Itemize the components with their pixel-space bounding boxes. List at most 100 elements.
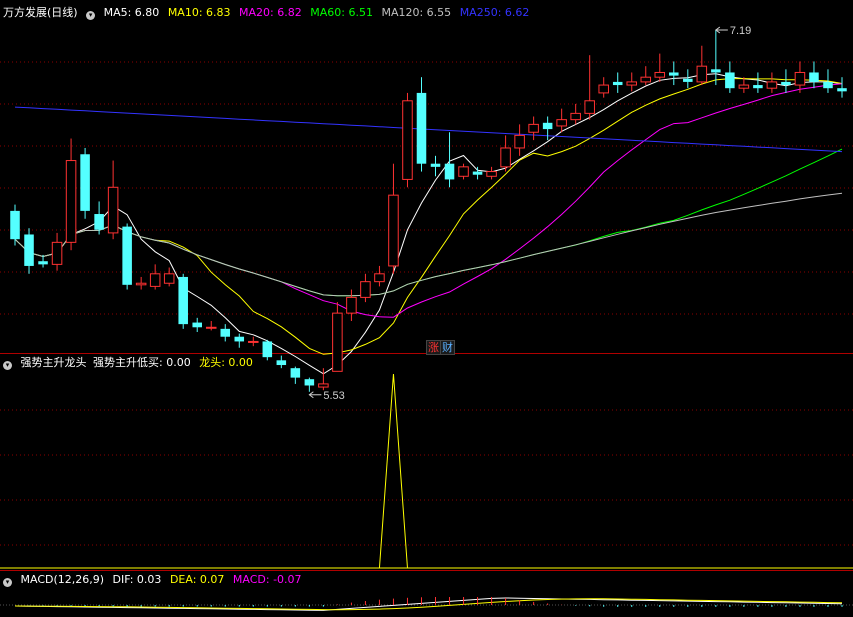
- candle-body-down: [430, 163, 441, 167]
- candle: [234, 333, 245, 348]
- candle: [626, 72, 638, 92]
- candle-body-up: [163, 273, 175, 284]
- candle-body-up: [626, 81, 638, 86]
- chart-grid: [0, 61, 853, 571]
- candle-body-up: [374, 273, 385, 283]
- ma120-line: [14, 192, 843, 297]
- candle: [65, 138, 77, 251]
- candle-body-up: [135, 282, 147, 286]
- candle: [192, 317, 202, 332]
- candle-body-up: [766, 81, 778, 89]
- candle: [640, 66, 652, 86]
- candle: [374, 265, 385, 287]
- candle: [584, 55, 595, 120]
- high-price-label: 7.19: [730, 25, 751, 37]
- candle: [753, 72, 763, 93]
- candle: [276, 355, 287, 369]
- macd-plot: [0, 597, 853, 611]
- candle-body-down: [725, 72, 735, 89]
- candle: [809, 61, 819, 89]
- candle-body-up: [248, 340, 259, 343]
- candle-body-down: [38, 261, 48, 265]
- indicator-leader-value: 龙头: 0.00: [199, 356, 253, 369]
- candle: [51, 232, 63, 271]
- ma20-value: MA20: 6.82: [239, 6, 302, 19]
- candle-body-down: [80, 154, 90, 211]
- rise-badge[interactable]: 涨: [426, 340, 441, 355]
- candle: [262, 339, 273, 361]
- stock-title[interactable]: 万方发展(日线): [3, 6, 78, 19]
- candle: [122, 223, 132, 290]
- candle: [38, 254, 48, 268]
- candle-body-up: [458, 166, 469, 177]
- candle: [766, 72, 778, 93]
- candlestick-series[interactable]: [10, 30, 847, 392]
- candle-body-up: [696, 65, 708, 83]
- candle-body-down: [472, 171, 483, 175]
- candle: [24, 228, 34, 274]
- candle: [458, 163, 469, 180]
- candle-body-down: [10, 210, 20, 240]
- candle-body-down: [262, 341, 273, 358]
- candle-body-down: [823, 81, 833, 89]
- candle-body-down: [290, 368, 301, 378]
- candle-body-up: [318, 383, 329, 388]
- candle-body-down: [781, 81, 791, 86]
- candle: [669, 61, 679, 86]
- candle-body-down: [276, 360, 287, 366]
- candle: [500, 135, 511, 172]
- stock-chart[interactable]: 7.19 5.53: [0, 0, 853, 617]
- low-price-label: 5.53: [323, 390, 344, 402]
- candle: [304, 377, 315, 392]
- candle: [472, 166, 483, 180]
- candle: [360, 273, 371, 303]
- ma10-value: MA10: 6.83: [167, 6, 231, 19]
- candle-body-down: [94, 214, 104, 230]
- candle-body-down: [220, 328, 231, 337]
- candle-body-up: [51, 241, 63, 265]
- ma250-value: MA250: 6.62: [459, 6, 530, 19]
- macd-dif-value: DIF: 0.03: [112, 573, 162, 586]
- candle-body-up: [738, 84, 750, 89]
- candle: [556, 108, 567, 133]
- candle-body-up: [598, 84, 609, 94]
- ma60-line: [14, 148, 843, 297]
- candle: [248, 336, 259, 347]
- candle: [696, 45, 708, 86]
- candle-body-up: [486, 171, 497, 177]
- macd-settings-icon[interactable]: ▾: [3, 578, 12, 587]
- indicator-title[interactable]: 强势主升龙头: [21, 356, 87, 369]
- macd-title[interactable]: MACD(12,26,9): [21, 573, 105, 586]
- indicator-plot: [0, 373, 853, 569]
- settings-circle-icon[interactable]: ▾: [86, 11, 96, 20]
- price-panel-header: 万方发展(日线) ▾ MA5: 6.80 MA10: 6.83 MA20: 6.…: [3, 6, 534, 20]
- candle: [205, 320, 217, 331]
- candle: [163, 267, 175, 287]
- candle: [725, 61, 735, 93]
- candle: [612, 72, 623, 93]
- candle-body-up: [149, 273, 161, 287]
- candle: [416, 77, 427, 172]
- candle-body-up: [107, 186, 119, 234]
- candle-body-down: [122, 226, 132, 285]
- candle-body-down: [24, 234, 34, 266]
- candle-body-up: [528, 123, 539, 133]
- candle-body-up: [584, 100, 595, 114]
- ma20-line: [14, 83, 843, 318]
- candle: [149, 264, 161, 290]
- indicator-low-buy-value: 强势主升低买: 0.00: [93, 356, 191, 369]
- candle: [542, 116, 553, 141]
- candle: [135, 276, 147, 290]
- candle-body-up: [654, 71, 666, 78]
- candle-body-down: [416, 92, 427, 164]
- candle: [514, 124, 525, 156]
- candle: [486, 166, 497, 180]
- candle-body-down: [444, 163, 455, 180]
- candle: [598, 77, 609, 98]
- indicator-settings-icon[interactable]: ▾: [3, 361, 12, 370]
- macd-dif-line: [14, 597, 843, 611]
- candle-body-down: [542, 122, 553, 130]
- indicator-panel-header: ▾ 强势主升龙头 强势主升低买: 0.00 龙头: 0.00: [3, 356, 258, 370]
- finance-badge[interactable]: 财: [440, 340, 455, 355]
- candle-body-down: [809, 72, 819, 82]
